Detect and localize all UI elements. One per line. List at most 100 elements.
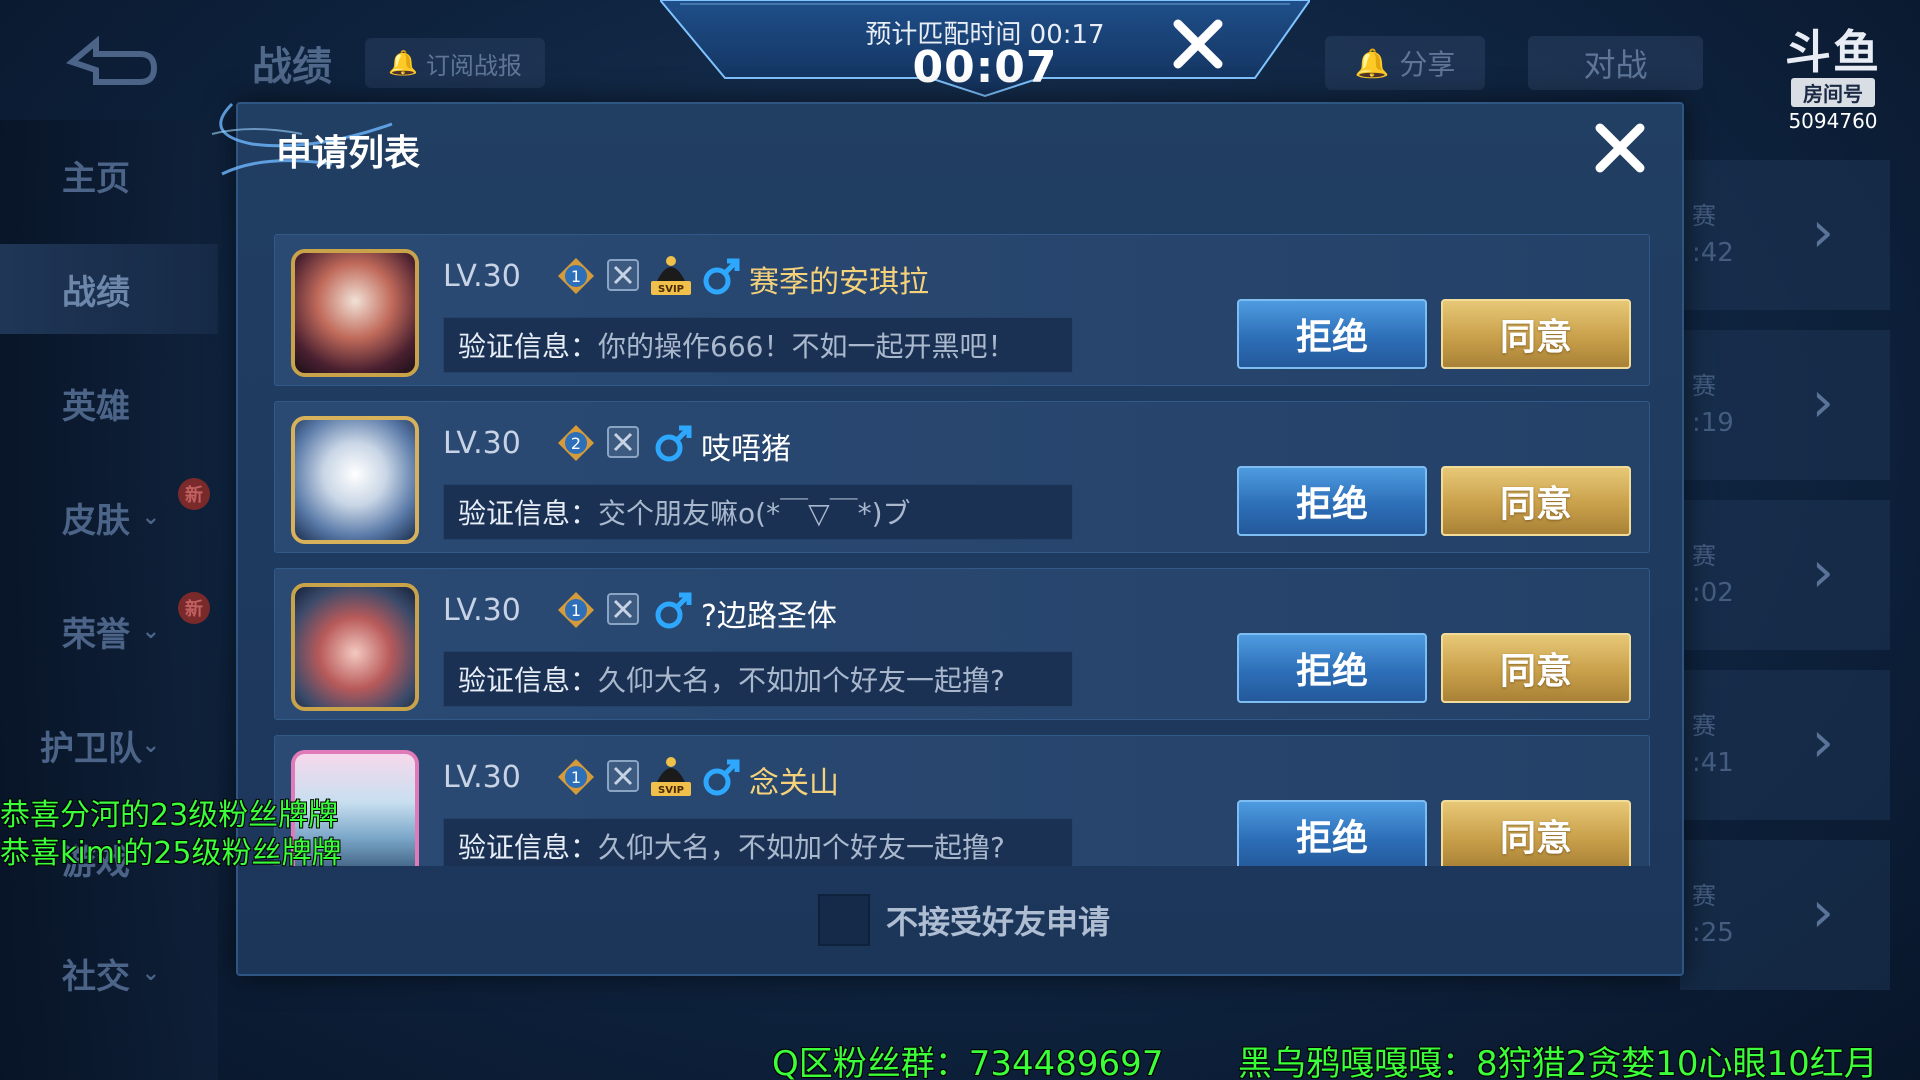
share-label: 分享 — [1399, 48, 1456, 81]
chevron-right-icon: › — [1811, 370, 1834, 435]
reject-button[interactable]: 拒绝 — [1237, 299, 1427, 369]
sidebar-item-heroes[interactable]: 英雄 — [0, 358, 218, 448]
verification-message: 验证信息： 久仰大名，不如加个好友一起撸? — [443, 818, 1073, 866]
record-mode: 赛 — [1692, 372, 1716, 400]
room-label: 房间号 — [1791, 78, 1875, 107]
male-gender-icon — [655, 425, 692, 462]
verification-text: 交个朋友嘛o(*￣▽￣*)ブ — [598, 497, 911, 530]
reject-button[interactable]: 拒绝 — [1237, 466, 1427, 536]
sidebar-item-label: 护卫队 — [40, 728, 142, 769]
request-item: LV.30 2 吱唔猪 验证信息： 交个朋友嘛o(*￣▽￣*)ブ 拒绝 同意 — [274, 401, 1650, 553]
rank-badge-icon: 2 — [558, 425, 594, 461]
douyu-watermark: 斗鱼 房间号 5094760 — [1770, 26, 1896, 133]
player-name: 吱唔猪 — [701, 432, 791, 467]
checkbox[interactable] — [818, 894, 870, 946]
checkbox-label: 不接受好友申请 — [886, 903, 1111, 941]
chevron-down-icon: ⌄ — [141, 504, 160, 530]
chevron-right-icon: › — [1811, 710, 1834, 775]
verification-label: 验证信息： — [458, 664, 599, 697]
reject-button[interactable]: 拒绝 — [1237, 800, 1427, 866]
sidebar-item-records[interactable]: 战绩 — [0, 244, 218, 334]
cancel-match-close-icon[interactable] — [1170, 16, 1226, 72]
record-mode: 赛 — [1692, 542, 1716, 570]
sidebar-item-label: 主页 — [62, 158, 130, 199]
sidebar-item-social[interactable]: 社交 ⌄ — [0, 928, 218, 1018]
back-arrow-icon[interactable] — [62, 32, 162, 92]
chevron-right-icon: › — [1811, 200, 1834, 265]
new-badge: 新 — [178, 478, 210, 510]
accept-button[interactable]: 同意 — [1441, 633, 1631, 703]
request-list[interactable]: LV.30 1 SVIP 赛季的安琪拉 验证信息： 你的操作666！不如一起开黑… — [274, 234, 1650, 866]
dialog-title: 申请列表 — [276, 133, 421, 174]
record-mode: 赛 — [1692, 202, 1716, 230]
player-level: LV.30 — [443, 760, 521, 795]
accept-button[interactable]: 同意 — [1441, 299, 1631, 369]
match-record-row[interactable]: 赛 :25 › — [1680, 840, 1890, 990]
share-button[interactable]: 🔔 分享 — [1325, 36, 1485, 90]
avatar[interactable] — [291, 583, 419, 711]
sidebar-item-honor[interactable]: 荣誉 新 ⌄ — [0, 586, 218, 676]
verification-label: 验证信息： — [458, 330, 599, 363]
medal-icon — [607, 760, 639, 792]
verification-text: 久仰大名，不如加个好友一起撸? — [598, 664, 1005, 697]
rank-badge-icon: 1 — [558, 258, 594, 294]
chevron-down-icon: ⌄ — [141, 960, 160, 986]
battle-button[interactable]: 对战 — [1528, 36, 1703, 90]
reject-all-friend-requests-toggle[interactable]: 不接受好友申请 — [818, 894, 1110, 946]
sidebar-item-label: 社交 — [62, 956, 130, 997]
record-time: :25 — [1692, 918, 1734, 948]
rank-number: 1 — [571, 768, 581, 787]
accept-button[interactable]: 同意 — [1441, 800, 1631, 866]
match-record-row[interactable]: 赛 :19 › — [1680, 330, 1890, 480]
ticker-text: 黑乌鸦嘎嘎嘎：8狩猎2贪婪10心眼10红月 — [1238, 1044, 1878, 1080]
player-level: LV.30 — [443, 593, 521, 628]
match-record-row[interactable]: 赛 :42 › — [1680, 160, 1890, 310]
verification-label: 验证信息： — [458, 497, 599, 530]
rank-number: 1 — [571, 601, 581, 620]
medal-icon — [607, 593, 639, 625]
subscribe-report-button[interactable]: 🔔 订阅战报 — [365, 38, 545, 88]
rank-number: 1 — [571, 267, 581, 286]
reject-button[interactable]: 拒绝 — [1237, 633, 1427, 703]
accept-button[interactable]: 同意 — [1441, 466, 1631, 536]
record-mode: 赛 — [1692, 712, 1716, 740]
player-level: LV.30 — [443, 426, 521, 461]
sidebar-item-guard[interactable]: 护卫队 ⌄ — [0, 700, 218, 790]
avatar[interactable] — [291, 416, 419, 544]
verification-message: 验证信息： 交个朋友嘛o(*￣▽￣*)ブ — [443, 484, 1073, 540]
match-record-row[interactable]: 赛 :41 › — [1680, 670, 1890, 820]
match-record-row[interactable]: 赛 :02 › — [1680, 500, 1890, 650]
fan-group-text: Q区粉丝群：734489697 — [772, 1044, 1164, 1080]
new-badge: 新 — [178, 592, 210, 624]
close-icon[interactable] — [1590, 118, 1650, 178]
room-number: 5094760 — [1788, 109, 1878, 133]
svip-icon: SVIP — [651, 256, 691, 295]
svip-text: SVIP — [658, 785, 684, 796]
sidebar-item-home[interactable]: 主页 — [0, 130, 218, 220]
chevron-down-icon: ⌄ — [141, 618, 160, 644]
request-item: LV.30 1 SVIP 赛季的安琪拉 验证信息： 你的操作666！不如一起开黑… — [274, 234, 1650, 386]
request-item: LV.30 1 SVIP 念关山 验证信息： 久仰大名，不如加个好友一起撸? 拒… — [274, 735, 1650, 866]
chevron-right-icon: › — [1811, 540, 1834, 605]
player-name: 念关山 — [749, 766, 839, 801]
verification-message: 验证信息： 久仰大名，不如加个好友一起撸? — [443, 651, 1073, 707]
record-time: :19 — [1692, 408, 1734, 438]
rank-badge-icon: 1 — [558, 592, 594, 628]
avatar[interactable] — [291, 249, 419, 377]
male-gender-icon — [655, 592, 692, 629]
sidebar-item-label: 英雄 — [62, 386, 130, 427]
record-time: :42 — [1692, 238, 1734, 268]
record-time: :02 — [1692, 578, 1734, 608]
medal-icon — [607, 259, 639, 291]
sidebar-item-skins[interactable]: 皮肤 新 ⌄ — [0, 472, 218, 562]
sidebar-item-label: 荣誉 — [62, 614, 130, 655]
douyu-logo: 斗鱼 — [1785, 25, 1881, 79]
bell-icon: 🔔 — [1354, 46, 1390, 80]
sidebar-item-label: 战绩 — [62, 272, 130, 313]
svip-icon: SVIP — [651, 757, 691, 796]
fan-badge-announcement: 恭喜kimi的25级粉丝牌牌 — [0, 836, 342, 871]
verification-message: 验证信息： 你的操作666！不如一起开黑吧！ — [443, 317, 1073, 373]
record-mode: 赛 — [1692, 882, 1716, 910]
player-name: 赛季的安琪拉 — [749, 265, 929, 300]
subscribe-report-label: 订阅战报 — [425, 51, 522, 80]
